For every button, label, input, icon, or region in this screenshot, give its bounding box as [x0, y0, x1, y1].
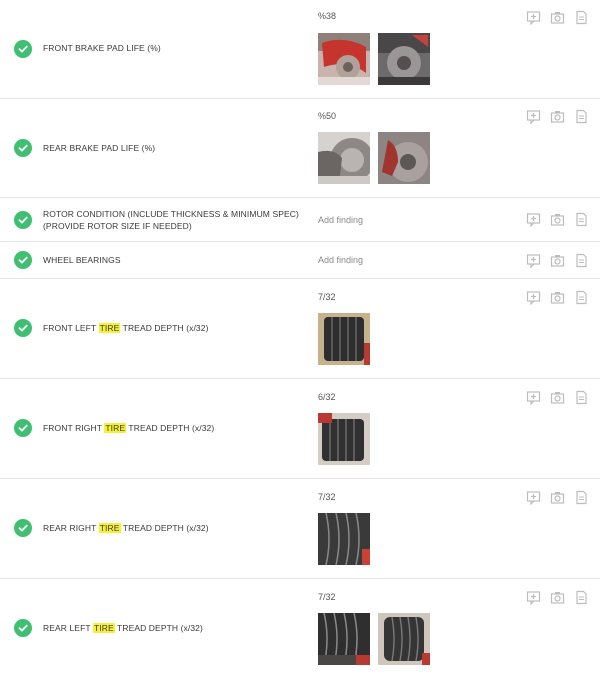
row-actions — [526, 212, 590, 228]
document-icon[interactable] — [574, 490, 589, 505]
camera-icon[interactable] — [550, 390, 565, 405]
add-finding-link[interactable]: Add finding — [318, 255, 363, 265]
finding-photo-brake-rotor[interactable] — [378, 33, 430, 85]
camera-icon[interactable] — [550, 590, 565, 605]
search-highlight: TIRE — [98, 323, 121, 333]
document-icon[interactable] — [574, 253, 589, 268]
inspection-row-front-left-tire: 7/32 FRONT LEFT TIRE TREAD DEPTH (x/32) — [0, 279, 600, 379]
comment-icon[interactable] — [526, 590, 541, 605]
completed-check-icon — [14, 319, 32, 337]
search-highlight: TIRE — [104, 423, 127, 433]
row-actions — [526, 109, 590, 125]
comment-icon[interactable] — [526, 290, 541, 305]
document-icon[interactable] — [574, 212, 589, 227]
comment-icon[interactable] — [526, 253, 541, 268]
finding-value[interactable]: %50 — [318, 111, 336, 121]
comment-icon[interactable] — [526, 109, 541, 124]
row-actions — [526, 290, 590, 306]
comment-icon[interactable] — [526, 10, 541, 25]
finding-value[interactable]: %38 — [318, 11, 336, 21]
completed-check-icon — [14, 40, 32, 58]
completed-check-icon — [14, 519, 32, 537]
inspection-item-label: WHEEL BEARINGS — [43, 255, 121, 265]
document-icon[interactable] — [574, 590, 589, 605]
inspection-item-label: REAR LEFT TIRE TREAD DEPTH (x/32) — [43, 623, 203, 633]
completed-check-icon — [14, 211, 32, 229]
inspection-row-front-brake-pad: %38 FRONT BRAKE PAD LIFE (%) — [0, 0, 600, 99]
completed-check-icon — [14, 419, 32, 437]
comment-icon[interactable] — [526, 490, 541, 505]
inspection-row-rear-brake-pad: %50 REAR BRAKE PAD LIFE (%) — [0, 99, 600, 198]
finding-value[interactable]: 6/32 — [318, 392, 336, 402]
finding-photo-tire-tread[interactable] — [318, 613, 370, 665]
camera-icon[interactable] — [550, 212, 565, 227]
finding-photo-tire-tread[interactable] — [378, 613, 430, 665]
search-highlight: TIRE — [98, 523, 121, 533]
finding-value[interactable]: 7/32 — [318, 292, 336, 302]
finding-value[interactable]: 7/32 — [318, 592, 336, 602]
finding-photo-tire-tread[interactable] — [318, 513, 370, 565]
inspection-item-label: FRONT LEFT TIRE TREAD DEPTH (x/32) — [43, 323, 209, 333]
document-icon[interactable] — [574, 390, 589, 405]
completed-check-icon — [14, 139, 32, 157]
finding-photo-brake-caliper[interactable] — [318, 33, 370, 85]
row-actions — [526, 253, 590, 269]
inspection-row-rear-left-tire: 7/32 REAR LEFT TIRE TREAD DEPTH (x/32) — [0, 579, 600, 678]
comment-icon[interactable] — [526, 390, 541, 405]
finding-photo-tire-tread[interactable] — [318, 313, 370, 365]
finding-photo-rear-brake-pad[interactable] — [378, 132, 430, 184]
comment-icon[interactable] — [526, 212, 541, 227]
finding-value[interactable]: 7/32 — [318, 492, 336, 502]
completed-check-icon — [14, 619, 32, 637]
label-line: (PROVIDE ROTOR SIZE IF NEEDED) — [43, 221, 192, 231]
completed-check-icon — [14, 251, 32, 269]
row-actions — [526, 590, 590, 606]
finding-photo-tire-tread[interactable] — [318, 413, 370, 465]
inspection-row-front-right-tire: 6/32 FRONT RIGHT TIRE TREAD DEPTH (x/32) — [0, 379, 600, 479]
inspection-row-wheel-bearings: WHEEL BEARINGS Add finding — [0, 242, 600, 279]
inspection-item-label: REAR BRAKE PAD LIFE (%) — [43, 143, 156, 153]
inspection-item-label: FRONT BRAKE PAD LIFE (%) — [43, 43, 161, 53]
camera-icon[interactable] — [550, 10, 565, 25]
inspection-item-label: FRONT RIGHT TIRE TREAD DEPTH (x/32) — [43, 423, 215, 433]
document-icon[interactable] — [574, 10, 589, 25]
finding-photo-rear-brake-rotor[interactable] — [318, 132, 370, 184]
row-actions — [526, 10, 590, 26]
inspection-row-rotor-condition: ROTOR CONDITION (INCLUDE THICKNESS & MIN… — [0, 198, 600, 242]
inspection-item-label: REAR RIGHT TIRE TREAD DEPTH (x/32) — [43, 523, 209, 533]
inspection-item-label: ROTOR CONDITION (INCLUDE THICKNESS & MIN… — [43, 208, 308, 232]
inspection-row-rear-right-tire: 7/32 REAR RIGHT TIRE TREAD DEPTH (x/32) — [0, 479, 600, 579]
camera-icon[interactable] — [550, 109, 565, 124]
camera-icon[interactable] — [550, 253, 565, 268]
camera-icon[interactable] — [550, 290, 565, 305]
search-highlight: TIRE — [92, 623, 115, 633]
row-actions — [526, 390, 590, 406]
camera-icon[interactable] — [550, 490, 565, 505]
document-icon[interactable] — [574, 290, 589, 305]
add-finding-link[interactable]: Add finding — [318, 215, 363, 225]
label-line: ROTOR CONDITION (INCLUDE THICKNESS & MIN… — [43, 209, 299, 219]
document-icon[interactable] — [574, 109, 589, 124]
row-actions — [526, 490, 590, 506]
